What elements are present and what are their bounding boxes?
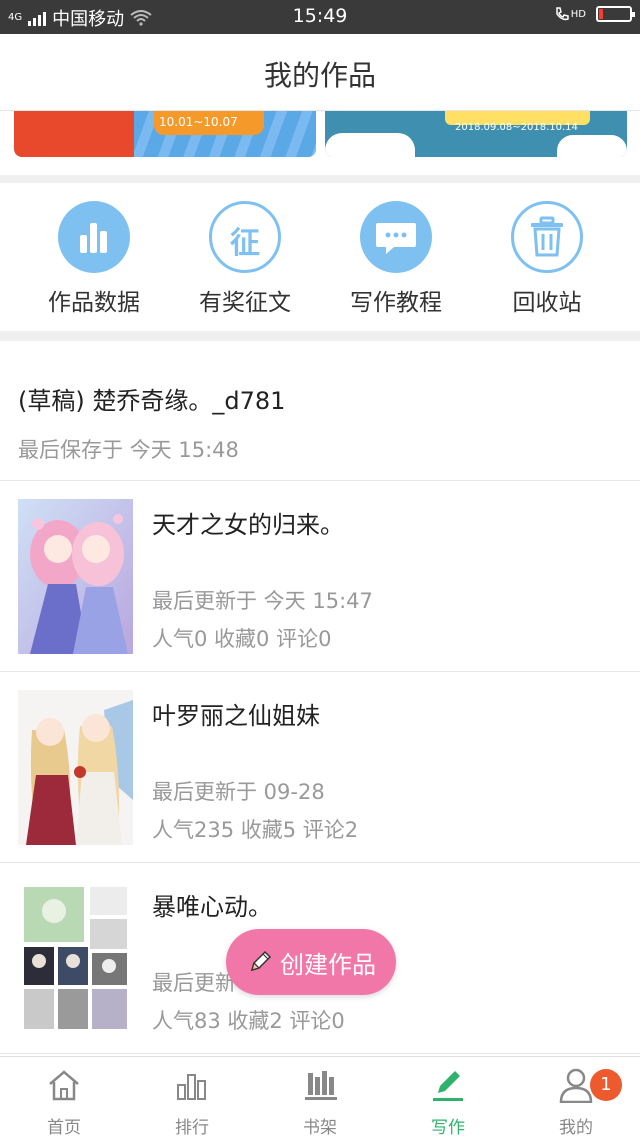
pen-icon	[433, 1071, 463, 1101]
notification-badge: 1	[590, 1069, 622, 1101]
tool-label: 写作教程	[350, 290, 442, 316]
status-right: HD	[554, 6, 635, 22]
trash-icon	[511, 201, 583, 273]
work-item[interactable]: 天才之女的归来。 最后更新于 今天 15:47 人气0 收藏0 评论0	[0, 481, 640, 672]
tab-bookshelf[interactable]: 书架	[256, 1057, 384, 1139]
status-bar: 4G 中国移动 15:49 HD	[0, 0, 640, 34]
tool-works-data[interactable]: 作品数据	[24, 201, 164, 317]
work-updated: 最后更新于 09-28	[152, 780, 325, 804]
create-work-label: 创建作品	[280, 950, 376, 979]
tab-write[interactable]: 写作	[384, 1057, 512, 1139]
tool-recycle-bin[interactable]: 回收站	[477, 201, 617, 317]
tool-label: 有奖征文	[199, 290, 291, 316]
draft-saved-time: 最后保存于 今天 15:48	[18, 438, 239, 462]
chat-bubble-icon	[360, 201, 432, 273]
section-divider	[0, 175, 640, 183]
tool-tutorial[interactable]: 写作教程	[326, 201, 466, 317]
home-icon	[49, 1070, 79, 1101]
page-title: 我的作品	[263, 59, 376, 92]
tab-label: 我的	[559, 1118, 593, 1138]
tab-home[interactable]: 首页	[0, 1057, 128, 1139]
work-updated: 最后更新	[152, 971, 236, 995]
work-cover	[18, 499, 133, 654]
tab-label: 排行	[175, 1118, 209, 1138]
zheng-character-icon: 征	[209, 201, 281, 273]
section-divider	[0, 331, 640, 341]
banner-promo-2[interactable]: 2018.09.08~2018.10.14	[325, 111, 627, 157]
work-stats: 人气83 收藏2 评论0	[152, 1009, 345, 1033]
banner-promo-1[interactable]: 10.01~10.07	[14, 111, 316, 157]
banner-date: 2018.09.08~2018.10.14	[455, 122, 578, 133]
tab-ranking[interactable]: 排行	[128, 1057, 256, 1139]
ranking-icon	[177, 1074, 206, 1100]
bar-chart-icon	[58, 201, 130, 273]
battery-icon	[596, 6, 635, 22]
work-cover	[18, 690, 133, 845]
tool-contest[interactable]: 征 有奖征文	[175, 201, 315, 317]
work-cover	[18, 881, 133, 1036]
tool-label: 回收站	[512, 290, 582, 316]
icon-glyph: 征	[230, 226, 260, 261]
header: 我的作品	[0, 34, 640, 111]
work-item[interactable]: 叶罗丽之仙姐妹 最后更新于 09-28 人气235 收藏5 评论2	[0, 672, 640, 863]
tab-me[interactable]: 我的	[512, 1057, 640, 1139]
tab-label: 书架	[303, 1118, 337, 1138]
tool-label: 作品数据	[48, 290, 140, 316]
pencil-icon	[250, 950, 272, 972]
bottom-tab-bar: 首页 排行 书架 写作 我的	[0, 1056, 640, 1139]
work-title: 天才之女的归来。	[152, 511, 344, 539]
battery-level	[599, 9, 603, 19]
banner-carousel: 10.01~10.07 2018.09.08~2018.10.14	[0, 111, 640, 175]
tab-label: 写作	[431, 1118, 465, 1138]
draft-title: (草稿) 楚乔奇缘。_d781	[18, 387, 286, 415]
banner-date: 10.01~10.07	[159, 115, 238, 129]
work-stats: 人气235 收藏5 评论2	[152, 818, 359, 842]
work-stats: 人气0 收藏0 评论0	[152, 627, 332, 651]
bookshelf-icon	[305, 1071, 337, 1100]
hd-label: HD	[570, 8, 586, 20]
hd-call-icon: HD	[554, 6, 586, 22]
work-title: 叶罗丽之仙姐妹	[152, 702, 320, 730]
draft-item[interactable]: (草稿) 楚乔奇缘。_d781 最后保存于 今天 15:48	[0, 341, 640, 481]
tab-label: 首页	[47, 1118, 81, 1138]
create-work-button[interactable]: 创建作品	[226, 929, 396, 995]
clock: 15:49	[292, 5, 348, 27]
work-updated: 最后更新于 今天 15:47	[152, 589, 373, 613]
tools-row: 作品数据 征 有奖征文 写作教程 回收站	[0, 183, 640, 331]
work-title: 暴唯心动。	[152, 893, 272, 921]
